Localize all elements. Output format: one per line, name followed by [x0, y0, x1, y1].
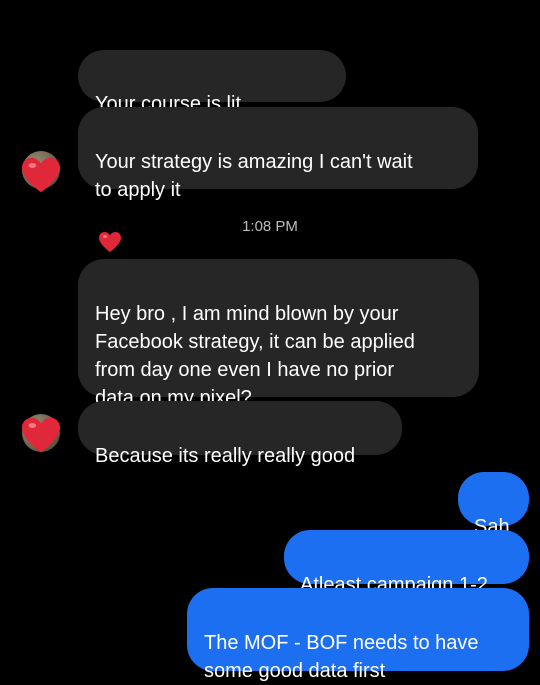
heart-reaction-icon: [20, 156, 62, 199]
message-text: Because its really really good: [95, 445, 356, 467]
message-text: The MOF - BOF needs to have some good da…: [204, 632, 479, 682]
message-bubble-outgoing[interactable]: Atleast campaign 1-2: [284, 530, 529, 596]
message-bubble-incoming[interactable]: Because its really really good: [78, 401, 402, 467]
message-bubble-incoming[interactable]: Your course is lit: [78, 50, 346, 252]
message-text: Your strategy is amazing I can't wait to…: [95, 151, 413, 201]
message-bubble-outgoing[interactable]: The MOF - BOF needs to have some good da…: [187, 588, 529, 682]
heart-reaction-icon: [20, 416, 62, 459]
message-bubble-incoming[interactable]: Hey bro , I am mind blown by your Facebo…: [78, 259, 479, 409]
message-text: Hey bro , I am mind blown by your Facebo…: [95, 303, 415, 409]
message-timestamp: 1:08 PM: [242, 218, 298, 235]
heart-emoji-icon: [95, 232, 122, 255]
message-bubble-outgoing[interactable]: Sah: [458, 472, 529, 538]
message-bubble-incoming[interactable]: Your strategy is amazing I can't wait to…: [78, 107, 478, 201]
